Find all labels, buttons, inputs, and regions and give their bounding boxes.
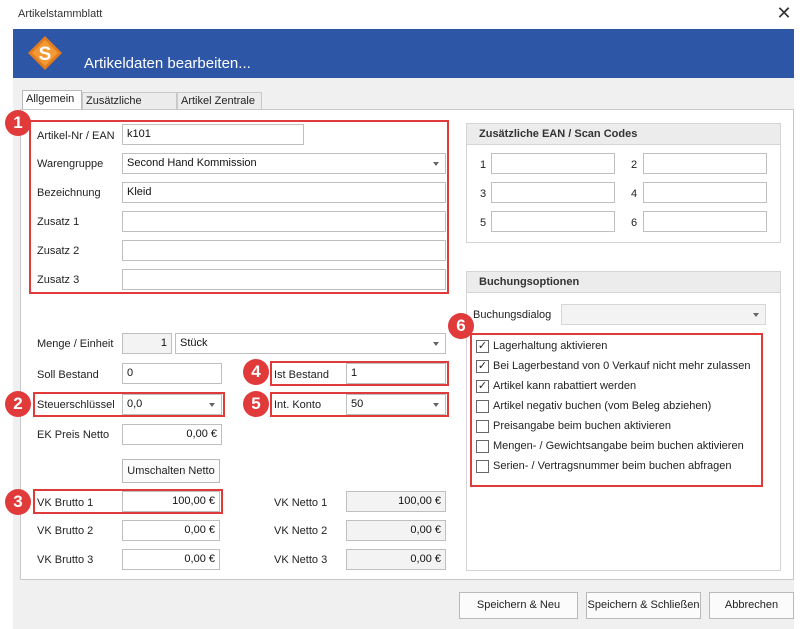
menge-label: Menge / Einheit xyxy=(37,338,114,350)
header-banner: S Artikeldaten bearbeiten... xyxy=(13,29,794,78)
vk-netto3-input[interactable]: 0,00 € xyxy=(346,549,446,570)
marker-6: 6 xyxy=(448,313,474,339)
tab-artikel-zentrale[interactable]: Artikel Zentrale xyxy=(177,92,262,109)
buchungsdialog-label: Buchungsdialog xyxy=(473,309,552,321)
buchungsdialog-select[interactable] xyxy=(561,304,766,325)
vk-brutto2-label: VK Brutto 2 xyxy=(37,525,94,537)
ean-input-2[interactable] xyxy=(643,153,767,174)
highlight-box-1 xyxy=(29,120,449,294)
ean-input-3[interactable] xyxy=(491,182,615,203)
marker-2: 2 xyxy=(5,391,31,417)
save-new-button[interactable]: Speichern & Neu xyxy=(459,592,578,619)
ean-group-title: Zusätzliche EAN / Scan Codes xyxy=(467,124,780,145)
ean-label-4: 4 xyxy=(631,188,638,200)
tab-zusaetzliche-daten[interactable]: Zusätzliche Daten xyxy=(82,92,177,123)
marker-4: 4 xyxy=(243,359,269,385)
ek-preis-label: EK Preis Netto xyxy=(37,429,110,441)
app-logo-icon: S xyxy=(28,36,62,70)
ean-input-6[interactable] xyxy=(643,211,767,232)
menge-input[interactable]: 1 xyxy=(122,333,172,354)
vk-netto3-label: VK Netto 3 xyxy=(274,554,328,566)
highlight-box-4 xyxy=(270,361,449,386)
close-icon[interactable]: ✕ xyxy=(774,3,794,23)
ean-label-3: 3 xyxy=(480,188,487,200)
soll-bestand-input[interactable]: 0 xyxy=(122,363,222,384)
svg-text:S: S xyxy=(39,44,52,65)
tab-allgemein[interactable]: Allgemein xyxy=(22,90,82,109)
title-bar: Artikelstammblatt ✕ xyxy=(0,0,807,29)
marker-1: 1 xyxy=(5,110,31,136)
vk-brutto2-input[interactable]: 0,00 € xyxy=(122,520,220,541)
vk-brutto3-input[interactable]: 0,00 € xyxy=(122,549,220,570)
highlight-box-2 xyxy=(33,392,225,417)
window-title: Artikelstammblatt xyxy=(18,8,103,20)
vk-netto2-label: VK Netto 2 xyxy=(274,525,328,537)
highlight-box-3 xyxy=(33,489,223,514)
ean-input-5[interactable] xyxy=(491,211,615,232)
einheit-select[interactable]: Stück xyxy=(175,333,446,354)
ean-label-2: 2 xyxy=(631,159,638,171)
ean-label-6: 6 xyxy=(631,217,638,229)
ean-input-1[interactable] xyxy=(491,153,615,174)
highlight-box-5 xyxy=(270,392,449,417)
soll-bestand-label: Soll Bestand xyxy=(37,369,99,381)
umschalten-netto-button[interactable]: Umschalten Netto xyxy=(122,459,220,483)
ean-label-1: 1 xyxy=(480,159,487,171)
vk-brutto3-label: VK Brutto 3 xyxy=(37,554,94,566)
booking-group-title: Buchungsoptionen xyxy=(467,272,780,293)
highlight-box-6 xyxy=(470,333,763,487)
vk-netto1-label: VK Netto 1 xyxy=(274,497,328,509)
marker-3: 3 xyxy=(5,489,31,515)
ean-label-5: 5 xyxy=(480,217,487,229)
cancel-button[interactable]: Abbrechen xyxy=(709,592,794,619)
marker-5: 5 xyxy=(243,391,269,417)
vk-netto1-input[interactable]: 100,00 € xyxy=(346,491,446,512)
ek-preis-input[interactable]: 0,00 € xyxy=(122,424,222,445)
vk-netto2-input[interactable]: 0,00 € xyxy=(346,520,446,541)
ean-input-4[interactable] xyxy=(643,182,767,203)
page-title: Artikeldaten bearbeiten... xyxy=(84,55,251,72)
save-close-button[interactable]: Speichern & Schließen xyxy=(586,592,701,619)
